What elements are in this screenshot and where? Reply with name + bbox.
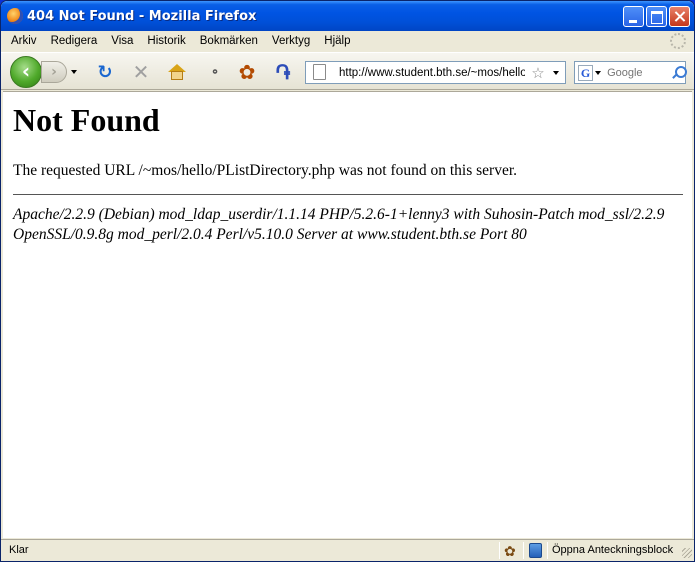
search-input[interactable] — [607, 66, 668, 79]
search-magnifier-icon[interactable] — [670, 65, 687, 81]
history-dropdown-icon[interactable] — [71, 70, 77, 74]
page-content: Not Found The requested URL /~mos/hello/… — [3, 91, 692, 538]
menu-historik[interactable]: Historik — [140, 32, 192, 50]
menu-redigera[interactable]: Redigera — [44, 32, 105, 50]
browser-window: 404 Not Found - Mozilla Firefox Arkiv Re… — [0, 0, 695, 562]
status-bar: Klar ✿ Öppna Anteckningsblock — [1, 539, 694, 561]
firebug-icon[interactable]: ✿ — [236, 60, 258, 84]
status-separator — [547, 542, 548, 559]
menu-arkiv[interactable]: Arkiv — [1, 32, 44, 50]
menu-visa[interactable]: Visa — [104, 32, 140, 50]
search-bar[interactable]: G — [574, 61, 687, 84]
divider — [13, 194, 683, 195]
maximize-button[interactable] — [646, 6, 667, 27]
resize-grip[interactable] — [682, 548, 692, 558]
bookmark-star-icon[interactable]: ☆ — [529, 64, 547, 82]
menu-hjalp[interactable]: Hjälp — [317, 32, 357, 50]
server-signature: Apache/2.2.9 (Debian) mod_ldap_userdir/1… — [13, 206, 665, 243]
page-icon — [311, 62, 329, 83]
stop-icon[interactable]: ✕ — [130, 60, 152, 84]
extension-link-icon[interactable]: ⚬ — [204, 61, 226, 83]
reload-icon[interactable]: ↻ — [94, 61, 116, 83]
status-separator — [499, 542, 500, 559]
throbber-icon — [670, 33, 686, 49]
firebug-status-icon[interactable]: ✿ — [504, 543, 516, 560]
forward-arrow-icon[interactable]: › — [41, 61, 67, 83]
url-dropdown-icon[interactable] — [553, 70, 559, 75]
back-arrow-icon[interactable]: ‹ — [10, 56, 42, 88]
url-text[interactable]: http://www.student.bth.se/~mos/hello/PLi… — [339, 67, 525, 79]
google-engine-icon[interactable]: G — [578, 64, 594, 81]
menu-verktyg[interactable]: Verktyg — [265, 32, 317, 50]
status-text: Klar — [9, 544, 29, 556]
window-title: 404 Not Found - Mozilla Firefox — [27, 9, 257, 24]
open-notepad-label[interactable]: Öppna Anteckningsblock — [552, 544, 673, 556]
minimize-button[interactable] — [623, 6, 644, 27]
notepad-icon[interactable] — [529, 543, 542, 558]
navigation-toolbar: ‹ › ↻ ✕ ⚬ ✿ ֏ http://www.student.bth.se/… — [1, 52, 694, 90]
menu-bokmarken[interactable]: Bokmärken — [193, 32, 265, 50]
title-bar[interactable]: 404 Not Found - Mozilla Firefox — [1, 1, 694, 31]
home-icon[interactable] — [166, 61, 188, 83]
status-separator — [523, 542, 524, 559]
firefox-logo-icon — [7, 8, 23, 24]
address-bar[interactable]: http://www.student.bth.se/~mos/hello/PLi… — [305, 61, 566, 84]
page-heading: Not Found — [13, 102, 160, 138]
close-button[interactable] — [669, 6, 690, 27]
menu-bar: Arkiv Redigera Visa Historik Bokmärken V… — [1, 31, 694, 51]
error-message: The requested URL /~mos/hello/PListDirec… — [13, 162, 518, 179]
snail-extension-icon[interactable]: ֏ — [272, 60, 294, 84]
engine-dropdown-icon[interactable] — [595, 70, 602, 75]
